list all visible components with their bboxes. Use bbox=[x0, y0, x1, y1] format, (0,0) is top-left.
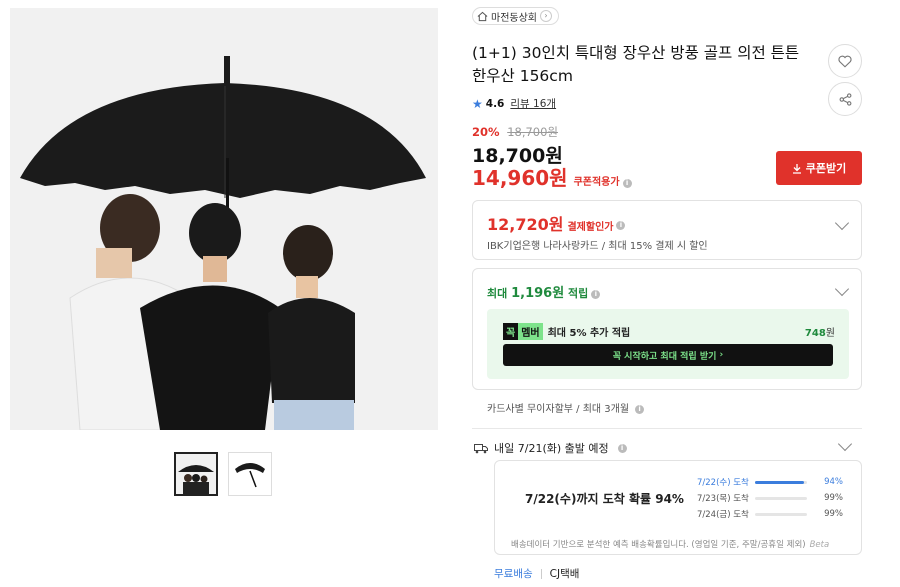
thumbnail-strip bbox=[174, 452, 272, 496]
info-icon[interactable]: i bbox=[616, 221, 626, 230]
points-suffix: 적립 bbox=[568, 287, 589, 300]
card-discount-detail: IBK기업은행 나라사랑카드 / 최대 15% 결제 시 할인 bbox=[487, 241, 708, 252]
review-link[interactable]: 리뷰 16개 bbox=[510, 96, 556, 111]
points-prefix: 최대 bbox=[487, 287, 508, 300]
arrival-percent: 94% bbox=[824, 477, 843, 487]
info-icon[interactable]: i bbox=[591, 289, 601, 299]
coupon-price: 14,960원 bbox=[472, 166, 568, 190]
umbrella-thumbnail-image bbox=[176, 454, 216, 494]
original-price-row: 20% 18,700원 bbox=[472, 124, 558, 140]
arrival-probability-list: 7/22(수) 도착 94% 7/23(목) 도착 99% 7/24(금) 도착 99% bbox=[697, 474, 847, 522]
info-icon[interactable]: i bbox=[617, 443, 627, 453]
share-button[interactable] bbox=[828, 82, 862, 116]
installment-text: 카드사별 무이자할부 / 최대 3개월 bbox=[487, 404, 630, 415]
membership-logo-a: 꼭 bbox=[503, 323, 519, 340]
delivery-options: 무료배송 CJ택배 bbox=[494, 566, 579, 581]
wishlist-button[interactable] bbox=[828, 44, 862, 78]
info-icon[interactable]: i bbox=[635, 404, 645, 414]
shipping-header: 내일 7/21(화) 출발 예정 i bbox=[474, 440, 627, 456]
carrier-label: CJ택배 bbox=[549, 568, 580, 580]
thumbnail-1[interactable] bbox=[174, 452, 218, 496]
divider bbox=[472, 428, 862, 429]
membership-start-button[interactable]: 꼭 시작하고 최대 적립 받기 › bbox=[503, 344, 833, 366]
free-shipping-label[interactable]: 무료배송 bbox=[494, 566, 533, 581]
probability-bar-fill bbox=[755, 480, 804, 484]
product-title: (1+1) 30인치 특대형 장우산 방풍 골프 의전 튼튼한우산 156cm bbox=[472, 44, 800, 85]
store-name: 마전동상회 bbox=[491, 12, 537, 24]
arrival-date: 7/23(목) 도착 bbox=[697, 494, 749, 504]
coupon-download-button[interactable]: 쿠폰받기 bbox=[776, 151, 862, 185]
heart-icon bbox=[838, 55, 852, 68]
chevron-right-icon: › bbox=[540, 10, 552, 22]
discount-rate: 20% bbox=[472, 125, 500, 139]
chevron-down-icon[interactable] bbox=[834, 281, 850, 297]
membership-text: 최대 5% 추가 적립 bbox=[547, 328, 631, 339]
shipping-probability-card: 7/22(수)까지 도착 확률 94% 7/22(수) 도착 94% 7/23(목)… bbox=[494, 460, 862, 555]
membership-amount-value: 748 bbox=[804, 328, 826, 339]
arrival-row: 7/24(금) 도착 99% bbox=[697, 506, 847, 522]
card-discount-label: 결제할인가 bbox=[567, 222, 614, 233]
star-icon: ★ bbox=[472, 96, 483, 111]
share-icon bbox=[839, 92, 851, 106]
membership-amount: 748원 bbox=[805, 324, 835, 339]
coupon-price-label: 쿠폰적용가 bbox=[573, 177, 620, 188]
installment-info: 카드사별 무이자할부 / 최대 3개월 i bbox=[487, 400, 645, 415]
beta-label: Beta bbox=[809, 540, 830, 550]
shipping-note-text: 배송데이터 기반으로 분석한 예측 배송확률입니다. (영업일 기준, 주말/공… bbox=[511, 540, 806, 550]
coupon-price-row: 14,960원 쿠폰적용가 i bbox=[472, 162, 632, 191]
membership-amount-unit: 원 bbox=[825, 328, 835, 339]
product-main-image bbox=[10, 8, 438, 430]
original-price: 18,700원 bbox=[507, 125, 559, 139]
download-icon bbox=[792, 163, 801, 174]
divider bbox=[540, 568, 542, 579]
shipping-head-text: 내일 7/21(화) 출발 예정 bbox=[494, 442, 609, 455]
rating-score: 4.6 bbox=[485, 97, 505, 110]
points-panel: 최대 1,196원 적립 i 꼭 멤버 최대 5% 추가 적립 748원 꼭 시작하… bbox=[472, 268, 862, 390]
shipping-note: 배송데이터 기반으로 분석한 예측 배송확률입니다. (영업일 기준, 주말/공… bbox=[511, 538, 829, 550]
arrival-date: 7/22(수) 도착 bbox=[697, 478, 749, 488]
truck-icon bbox=[474, 443, 488, 453]
chevron-down-icon[interactable] bbox=[837, 436, 853, 452]
arrival-row: 7/23(목) 도착 99% bbox=[697, 490, 847, 506]
coupon-button-label: 쿠폰받기 bbox=[805, 162, 847, 175]
thumbnail-2[interactable] bbox=[228, 452, 272, 496]
points-head: 최대 1,196원 적립 i bbox=[487, 282, 601, 301]
card-discount-price-row: 12,720원 결제할인가 i bbox=[487, 211, 626, 235]
card-discount-panel[interactable]: 12,720원 결제할인가 i IBK기업은행 나라사랑카드 / 최대 15% 결제… bbox=[472, 200, 862, 260]
arrival-percent: 99% bbox=[824, 493, 843, 503]
membership-logo-b: 멤버 bbox=[518, 323, 543, 340]
arrival-probability-title: 7/22(수)까지 도착 확률 94% bbox=[525, 492, 684, 506]
arrival-percent: 99% bbox=[824, 509, 843, 519]
info-icon[interactable]: i bbox=[622, 179, 632, 188]
card-discount-amount: 12,720원 bbox=[487, 215, 564, 234]
chevron-down-icon[interactable] bbox=[834, 215, 850, 231]
home-icon bbox=[477, 11, 488, 21]
arrival-row: 7/22(수) 도착 94% bbox=[697, 474, 847, 490]
rating: ★ 4.6 리뷰 16개 bbox=[472, 96, 556, 111]
points-amount: 1,196원 bbox=[511, 286, 565, 301]
probability-bar bbox=[755, 496, 807, 500]
folded-umbrella-thumbnail-image bbox=[229, 453, 271, 495]
arrival-date: 7/24(금) 도착 bbox=[697, 510, 749, 520]
store-link[interactable]: 마전동상회 › bbox=[472, 7, 559, 25]
umbrella-photo bbox=[10, 8, 438, 430]
probability-bar bbox=[755, 512, 807, 516]
probability-bar bbox=[755, 480, 807, 484]
membership-start-label: 꼭 시작하고 최대 적립 받기 bbox=[612, 351, 717, 362]
membership-box: 꼭 멤버 최대 5% 추가 적립 748원 꼭 시작하고 최대 적립 받기 › bbox=[487, 309, 849, 379]
membership-tag: 꼭 멤버 최대 5% 추가 적립 bbox=[503, 323, 630, 340]
